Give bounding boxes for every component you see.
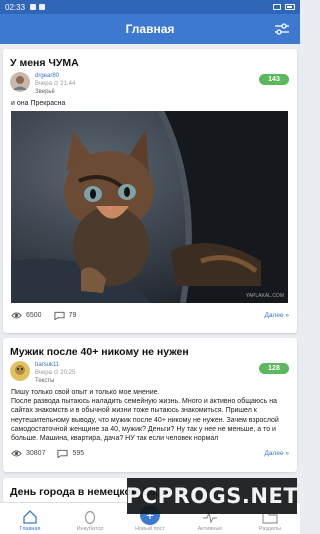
kitten-photo bbox=[11, 111, 288, 303]
author-link[interactable]: barsuk11 bbox=[35, 361, 75, 369]
rating-badge: 143 bbox=[259, 74, 289, 85]
nav-incubator[interactable]: Инкубатор bbox=[60, 503, 120, 534]
post-subtitle: и она Прекрасна bbox=[11, 100, 66, 107]
views-count: 6500 bbox=[11, 311, 42, 320]
comments-count[interactable]: 79 bbox=[54, 311, 76, 320]
post-stats: 30807 595 Далее » bbox=[3, 443, 297, 466]
views-count: 30807 bbox=[11, 449, 45, 458]
watermark-text: PCPROGS.NET bbox=[125, 484, 299, 508]
app-bar: Главная bbox=[0, 14, 300, 44]
image-watermark: YAPLAKAL.COM bbox=[245, 293, 284, 299]
eye-icon bbox=[11, 450, 22, 457]
nav-home[interactable]: Главная bbox=[0, 503, 60, 534]
status-bar: 02:33 bbox=[0, 0, 300, 14]
feed[interactable]: У меня ЧУМА drgear80 Вчера ⊙ 21:44 Зверь… bbox=[0, 44, 300, 502]
rating-badge: 128 bbox=[259, 363, 289, 374]
notification-icons bbox=[30, 4, 46, 10]
comment-icon bbox=[57, 450, 69, 459]
post-category[interactable]: Тексты bbox=[35, 377, 75, 385]
page-title: Главная bbox=[125, 22, 175, 36]
post-meta: barsuk11 Вчера ⊙ 20:25 Тексты 128 bbox=[3, 361, 297, 385]
avatar[interactable] bbox=[10, 361, 30, 381]
comments-count[interactable]: 595 bbox=[57, 449, 84, 459]
filter-icon[interactable] bbox=[274, 22, 290, 36]
post-body: Пишу только свой опыт и только мое мнени… bbox=[11, 389, 279, 443]
post-card[interactable]: Мужик после 40+ никому не нужен barsuk11… bbox=[3, 338, 297, 472]
notification-icon bbox=[39, 4, 46, 10]
egg-icon bbox=[84, 510, 96, 524]
post-category[interactable]: Зверьё bbox=[35, 88, 75, 96]
sim-icon bbox=[273, 4, 281, 10]
watermark-banner: PCPROGS.NET bbox=[125, 478, 299, 514]
post-title[interactable]: У меня ЧУМА bbox=[3, 49, 297, 72]
comment-icon bbox=[54, 311, 65, 320]
post-meta: drgear80 Вчера ⊙ 21:44 Зверьё 143 bbox=[3, 72, 297, 96]
avatar[interactable] bbox=[10, 72, 30, 92]
post-card[interactable]: У меня ЧУМА drgear80 Вчера ⊙ 21:44 Зверь… bbox=[3, 49, 297, 333]
post-image[interactable]: YAPLAKAL.COM bbox=[11, 111, 288, 303]
home-icon bbox=[23, 510, 37, 524]
post-stats: 6500 79 Далее » bbox=[3, 303, 297, 328]
post-date: Вчера ⊙ 20:25 bbox=[35, 370, 76, 376]
battery-icon bbox=[285, 4, 295, 10]
status-icons bbox=[273, 4, 295, 10]
read-more-link[interactable]: Далее » bbox=[265, 450, 289, 457]
post-title[interactable]: Мужик после 40+ никому не нужен bbox=[3, 338, 297, 361]
eye-icon bbox=[11, 312, 22, 319]
author-link[interactable]: drgear80 bbox=[35, 72, 75, 80]
notification-icon bbox=[30, 4, 37, 10]
post-date: Вчера ⊙ 21:44 bbox=[35, 81, 76, 87]
status-time: 02:33 bbox=[5, 2, 26, 12]
read-more-link[interactable]: Далее » bbox=[265, 312, 289, 319]
